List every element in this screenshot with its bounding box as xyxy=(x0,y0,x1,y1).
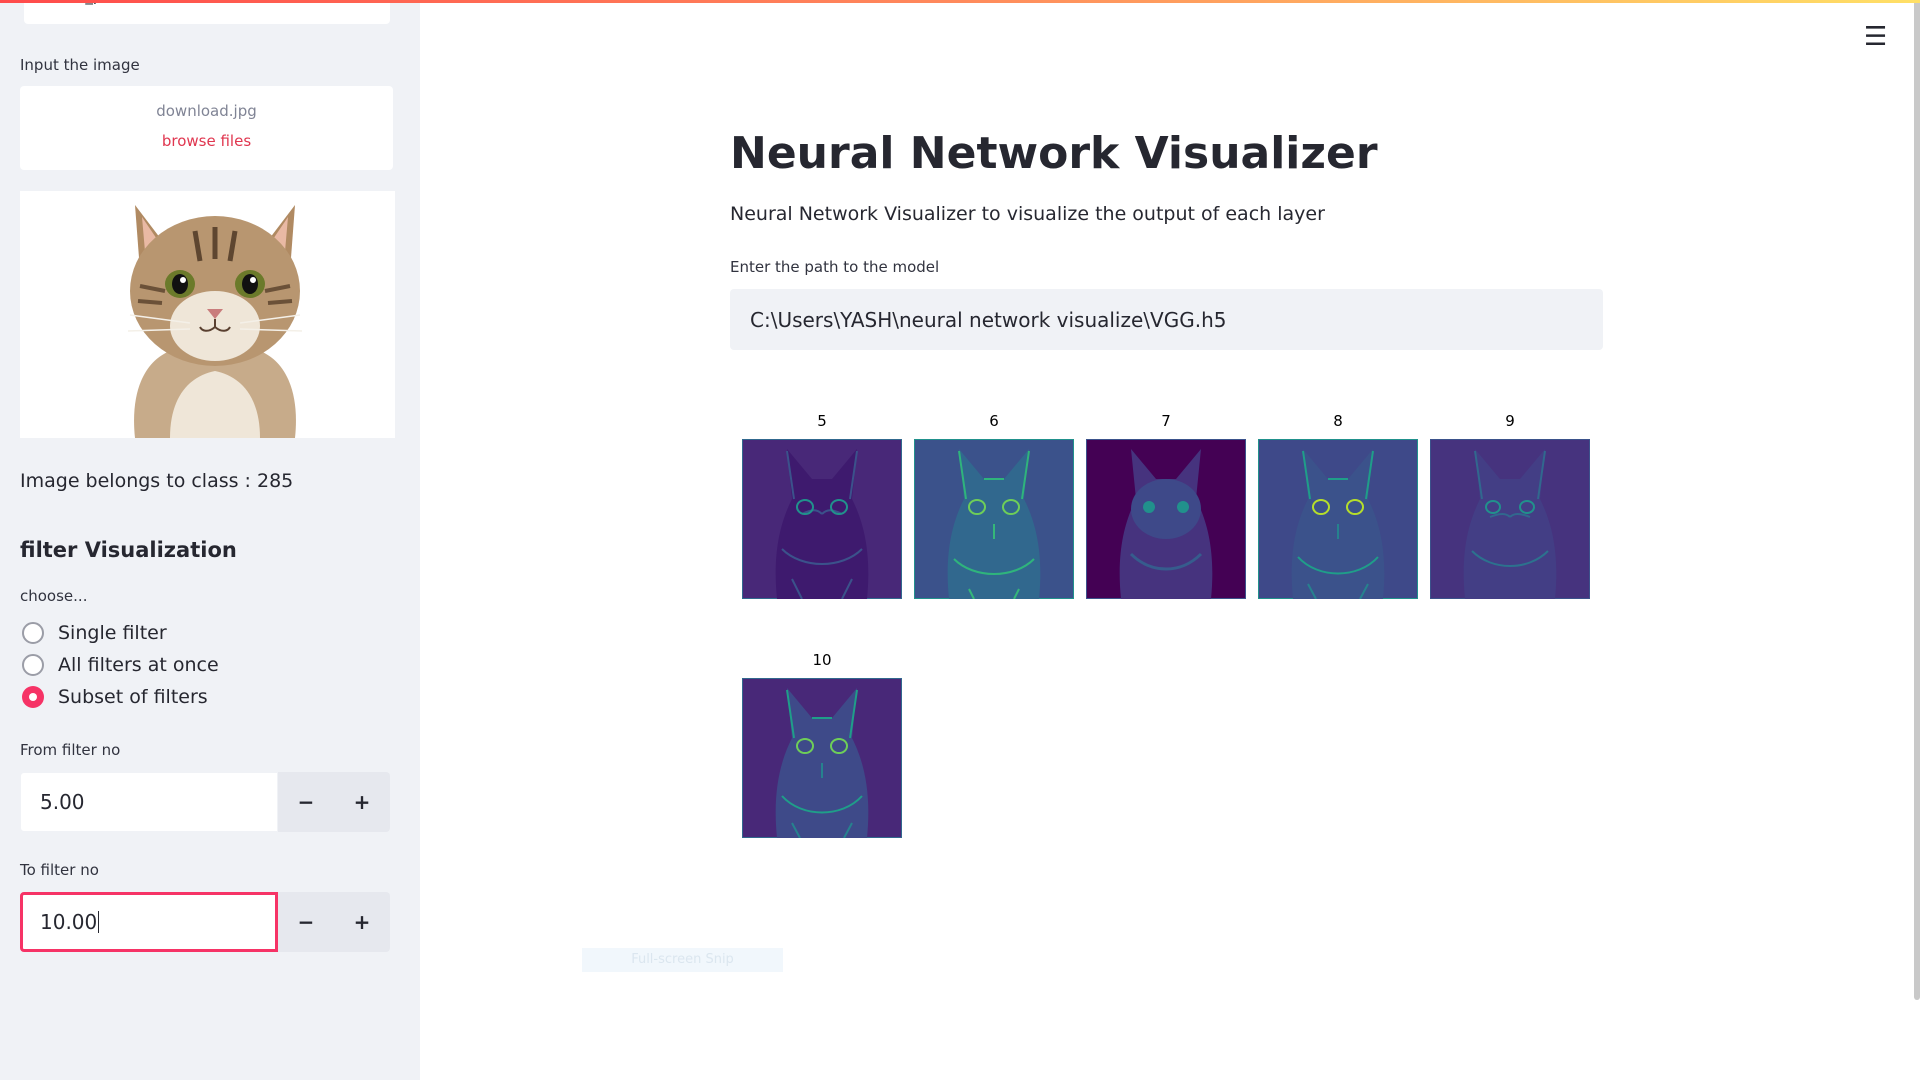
text-caret xyxy=(98,911,100,933)
feature-map-7: 7 xyxy=(1086,411,1246,599)
filter-number: 6 xyxy=(989,412,999,430)
radio-button[interactable] xyxy=(22,622,44,644)
top-accent-bar xyxy=(0,0,1920,3)
page-subtitle: Neural Network Visualizer to visualize t… xyxy=(730,203,1325,225)
model-path-label: Enter the path to the model xyxy=(730,258,940,276)
feature-map-image xyxy=(1430,439,1590,599)
snip-overlay-ghost: Full-screen Snip xyxy=(582,948,783,972)
filter-number: 7 xyxy=(1161,412,1171,430)
feature-map-5: 5 xyxy=(742,411,902,599)
radio-subset-filters[interactable]: Subset of filters xyxy=(22,683,208,711)
filter-number: 10 xyxy=(812,651,832,669)
feature-map-image xyxy=(1258,439,1418,599)
from-filter-decrement-button[interactable]: − xyxy=(278,772,334,832)
to-filter-label: To filter no xyxy=(20,861,99,879)
to-filter-increment-button[interactable]: + xyxy=(334,892,390,952)
model-path-input[interactable]: C:\Users\YASH\neural network visualize\V… xyxy=(730,289,1603,350)
from-filter-increment-button[interactable]: + xyxy=(334,772,390,832)
model-path-value: C:\Users\YASH\neural network visualize\V… xyxy=(750,307,1227,332)
radio-all-filters[interactable]: All filters at once xyxy=(22,651,219,679)
browse-files-link[interactable]: browse files xyxy=(20,132,393,150)
input-image-label: Input the image xyxy=(20,56,140,74)
filter-number: 5 xyxy=(817,412,827,430)
uploaded-image-preview xyxy=(20,191,395,438)
feature-map-image xyxy=(742,439,902,599)
from-filter-value: 5.00 xyxy=(40,790,85,814)
hamburger-menu-icon[interactable]: ☰ xyxy=(1864,22,1887,52)
from-filter-label: From filter no xyxy=(20,741,121,759)
feature-map-8: 8 xyxy=(1258,411,1418,599)
filter-number: 8 xyxy=(1333,412,1343,430)
radio-label: Single filter xyxy=(58,622,167,644)
predicted-class-text: Image belongs to class : 285 xyxy=(20,470,294,492)
cat-image xyxy=(20,191,395,438)
vertical-scrollbar[interactable] xyxy=(1914,0,1920,1000)
feature-map-image xyxy=(914,439,1074,599)
filter-number: 9 xyxy=(1505,412,1515,430)
to-filter-value: 10.00 xyxy=(40,910,98,934)
from-filter-number-input: 5.00 − + xyxy=(20,772,393,832)
file-uploader[interactable]: download.jpg browse files xyxy=(20,86,393,170)
radio-label: Subset of filters xyxy=(58,686,208,708)
radio-label: All filters at once xyxy=(58,654,219,676)
feature-map-image xyxy=(742,678,902,838)
to-filter-number-input: 10.00 − + xyxy=(20,892,393,952)
radio-button[interactable] xyxy=(22,654,44,676)
feature-map-6: 6 xyxy=(914,411,1074,599)
layer-select-cutoff[interactable]: block1_pool xyxy=(24,0,390,24)
choose-label: choose... xyxy=(20,587,88,605)
sidebar: block1_pool Input the image download.jpg… xyxy=(0,0,420,1080)
feature-map-10: 10 xyxy=(742,650,902,838)
uploaded-filename: download.jpg xyxy=(156,102,257,120)
feature-map-9: 9 xyxy=(1430,411,1590,599)
page-title: Neural Network Visualizer xyxy=(730,128,1378,179)
to-filter-decrement-button[interactable]: − xyxy=(278,892,334,952)
radio-button-selected[interactable] xyxy=(22,686,44,708)
to-filter-field[interactable]: 10.00 xyxy=(20,892,278,952)
feature-map-image xyxy=(1086,439,1246,599)
radio-single-filter[interactable]: Single filter xyxy=(22,619,167,647)
filter-visualization-heading: filter Visualization xyxy=(20,538,237,562)
from-filter-field[interactable]: 5.00 xyxy=(20,772,278,832)
